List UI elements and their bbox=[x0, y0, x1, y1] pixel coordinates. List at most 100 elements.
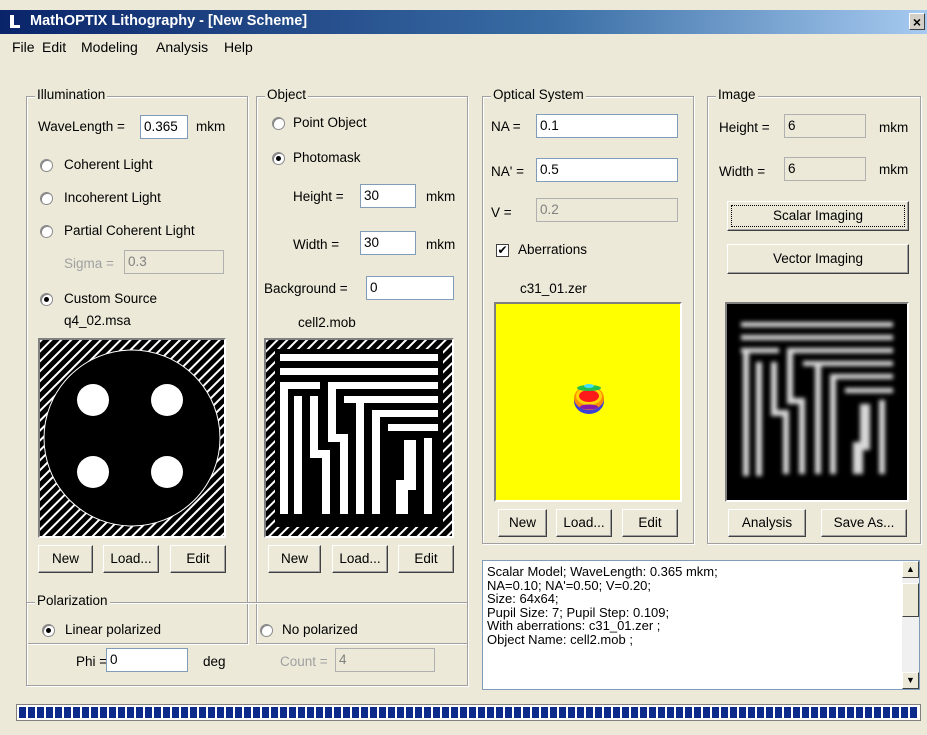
count-input[interactable]: 4 bbox=[335, 648, 435, 672]
pupil-preview bbox=[494, 302, 682, 502]
log-line: Object Name: cell2.mob ; bbox=[487, 631, 633, 647]
close-icon[interactable]: × bbox=[909, 13, 925, 30]
aberrations-label: Aberrations bbox=[518, 242, 588, 257]
partial-coherent-light-label: Partial Coherent Light bbox=[64, 223, 195, 238]
menu-help[interactable]: Help bbox=[224, 39, 253, 55]
progress-bar bbox=[16, 704, 921, 721]
vector-imaging-button[interactable]: Vector Imaging bbox=[727, 244, 909, 274]
aerial-image-picture bbox=[727, 304, 907, 500]
wavelength-unit: mkm bbox=[196, 119, 226, 134]
optical-load-button[interactable]: Load... bbox=[556, 509, 612, 537]
object-new-button[interactable]: New bbox=[268, 545, 321, 573]
menu-analysis[interactable]: Analysis bbox=[156, 39, 208, 55]
scroll-up-icon[interactable]: ▲ bbox=[902, 561, 919, 578]
model-log-textarea[interactable]: Scalar Model; WaveLength: 0.365 mkm; NA=… bbox=[482, 560, 920, 690]
incoherent-light-label: Incoherent Light bbox=[64, 190, 161, 205]
progress-fill bbox=[19, 707, 918, 718]
na2-label: NA' = bbox=[491, 164, 524, 179]
menu-bar: File Edit Modeling Analysis Help bbox=[0, 36, 927, 58]
menu-edit[interactable]: Edit bbox=[42, 39, 66, 55]
image-height-input[interactable]: 6 bbox=[784, 114, 866, 138]
na2-input[interactable]: 0.5 bbox=[536, 158, 678, 182]
object-file-name: cell2.mob bbox=[298, 315, 356, 330]
background-input[interactable]: 0 bbox=[366, 276, 454, 300]
object-width-label: Width = bbox=[293, 237, 340, 252]
image-width-unit: mkm bbox=[879, 162, 909, 177]
wavelength-input[interactable]: 0.365 bbox=[140, 115, 188, 139]
partial-coherent-light-radio[interactable] bbox=[40, 225, 53, 238]
object-load-button[interactable]: Load... bbox=[332, 545, 388, 573]
image-height-label: Height = bbox=[719, 120, 770, 135]
background-label: Background = bbox=[264, 281, 348, 296]
aberrations-file-name: c31_01.zer bbox=[520, 281, 587, 296]
linear-polarized-label: Linear polarized bbox=[65, 622, 162, 637]
pupil-preview-image bbox=[496, 304, 680, 500]
v-label: V = bbox=[491, 205, 512, 220]
v-input[interactable]: 0.2 bbox=[536, 198, 678, 222]
menu-file[interactable]: File bbox=[12, 39, 35, 55]
phi-input[interactable]: 0 bbox=[106, 648, 188, 672]
app-window: MathOPTIX Lithography - [New Scheme] × F… bbox=[0, 0, 927, 735]
aerial-image-preview bbox=[725, 302, 909, 502]
object-edit-button[interactable]: Edit bbox=[398, 545, 454, 573]
na-label: NA = bbox=[491, 119, 521, 134]
optical-new-button[interactable]: New bbox=[498, 509, 547, 537]
na-input[interactable]: 0.1 bbox=[536, 114, 678, 138]
object-width-unit: mkm bbox=[426, 237, 456, 252]
custom-source-radio[interactable] bbox=[40, 293, 53, 306]
source-preview-image bbox=[40, 340, 224, 536]
object-height-input[interactable]: 30 bbox=[360, 184, 416, 208]
sigma-label: Sigma = bbox=[64, 256, 114, 271]
log-line: Size: 64x64; bbox=[487, 591, 559, 606]
sigma-input[interactable]: 0.3 bbox=[124, 250, 224, 274]
log-line: NA=0.10; NA'=0.50; V=0.20; bbox=[487, 577, 652, 593]
source-file-name: q4_02.msa bbox=[64, 313, 131, 328]
incoherent-light-radio[interactable] bbox=[40, 192, 53, 205]
polarization-group: Polarization bbox=[26, 593, 468, 686]
object-height-unit: mkm bbox=[426, 189, 456, 204]
mask-preview bbox=[264, 338, 454, 538]
wavelength-label: WaveLength = bbox=[38, 119, 125, 134]
scroll-down-icon[interactable]: ▼ bbox=[902, 672, 919, 689]
no-polarized-radio[interactable] bbox=[260, 624, 273, 637]
phi-label: Phi = bbox=[76, 654, 108, 669]
title-bar[interactable]: MathOPTIX Lithography - [New Scheme] × bbox=[0, 10, 927, 34]
aberrations-checkbox[interactable]: ✔ bbox=[496, 244, 509, 257]
save-as-button[interactable]: Save As... bbox=[821, 509, 907, 537]
analysis-button[interactable]: Analysis bbox=[728, 509, 806, 537]
photomask-radio[interactable] bbox=[272, 152, 285, 165]
window-title: MathOPTIX Lithography - [New Scheme] bbox=[30, 13, 308, 29]
illumination-edit-button[interactable]: Edit bbox=[170, 545, 226, 573]
client-area: Illumination WaveLength = 0.365 mkm Cohe… bbox=[10, 64, 927, 735]
photomask-label: Photomask bbox=[293, 150, 361, 165]
object-legend: Object bbox=[265, 87, 309, 102]
coherent-light-label: Coherent Light bbox=[64, 157, 153, 172]
illumination-legend: Illumination bbox=[35, 87, 108, 102]
object-width-input[interactable]: 30 bbox=[360, 231, 416, 255]
optical-system-legend: Optical System bbox=[491, 87, 586, 102]
log-scrollbar[interactable]: ▲ ▼ bbox=[902, 561, 919, 689]
image-legend: Image bbox=[716, 87, 758, 102]
scalar-imaging-button[interactable]: Scalar Imaging bbox=[727, 201, 909, 231]
illumination-new-button[interactable]: New bbox=[38, 545, 93, 573]
image-width-label: Width = bbox=[719, 164, 766, 179]
no-polarized-label: No polarized bbox=[282, 622, 358, 637]
custom-source-label: Custom Source bbox=[64, 291, 158, 306]
image-width-input[interactable]: 6 bbox=[784, 157, 866, 181]
polarization-legend: Polarization bbox=[35, 593, 110, 608]
illumination-load-button[interactable]: Load... bbox=[103, 545, 159, 573]
menu-modeling[interactable]: Modeling bbox=[81, 39, 138, 55]
scroll-thumb[interactable] bbox=[902, 583, 919, 617]
mask-preview-image bbox=[266, 340, 452, 536]
count-label: Count = bbox=[280, 654, 328, 669]
point-object-label: Point Object bbox=[293, 115, 367, 130]
log-line: Pupil Size: 7; Pupil Step: 0.109; bbox=[487, 604, 670, 620]
app-icon bbox=[10, 15, 20, 28]
linear-polarized-radio[interactable] bbox=[42, 624, 55, 637]
optical-edit-button[interactable]: Edit bbox=[622, 509, 678, 537]
coherent-light-radio[interactable] bbox=[40, 159, 53, 172]
image-height-unit: mkm bbox=[879, 120, 909, 135]
phi-unit: deg bbox=[203, 654, 226, 669]
point-object-radio[interactable] bbox=[272, 117, 285, 130]
log-line: With aberrations: c31_01.zer ; bbox=[487, 618, 661, 633]
